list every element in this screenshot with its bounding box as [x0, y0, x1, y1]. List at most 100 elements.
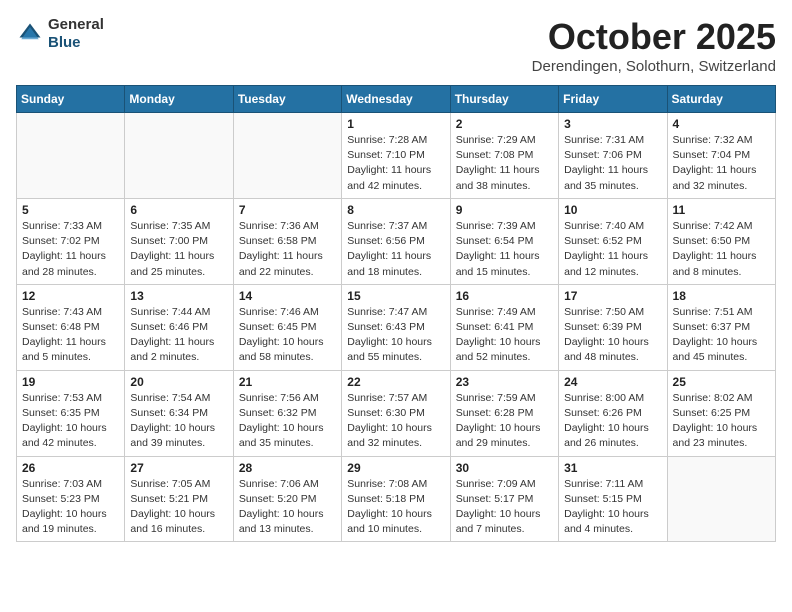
day-info: Sunrise: 7:47 AM Sunset: 6:43 PM Dayligh… [347, 305, 444, 366]
day-number: 13 [130, 289, 227, 303]
day-number: 18 [673, 289, 770, 303]
day-number: 7 [239, 203, 336, 217]
calendar-cell: 30 Sunrise: 7:09 AM Sunset: 5:17 PM Dayli… [450, 456, 558, 542]
day-number: 3 [564, 117, 661, 131]
calendar-cell: 1 Sunrise: 7:28 AM Sunset: 7:10 PM Daylig… [342, 113, 450, 199]
day-number: 30 [456, 461, 553, 475]
day-info: Sunrise: 7:46 AM Sunset: 6:45 PM Dayligh… [239, 305, 336, 366]
day-number: 1 [347, 117, 444, 131]
calendar-cell: 31 Sunrise: 7:11 AM Sunset: 5:15 PM Dayli… [559, 456, 667, 542]
page-header: General Blue October 2025 Derendingen, S… [16, 16, 776, 75]
day-number: 14 [239, 289, 336, 303]
day-number: 22 [347, 375, 444, 389]
logo: General Blue [16, 16, 104, 52]
weekday-header-monday: Monday [125, 86, 233, 113]
calendar-cell: 3Sunrise: 7:31 AM Sunset: 7:06 PM Daylig… [559, 113, 667, 199]
weekday-header-tuesday: Tuesday [233, 86, 341, 113]
day-info: Sunrise: 7:33 AM Sunset: 7:02 PM Dayligh… [22, 219, 119, 280]
calendar-cell: 26Sunrise: 7:03 AM Sunset: 5:23 PM Dayli… [17, 456, 125, 542]
day-info: Sunrise: 7:51 AM Sunset: 6:37 PM Dayligh… [673, 305, 770, 366]
day-info: Sunrise: 7:49 AM Sunset: 6:41 PM Dayligh… [456, 305, 553, 366]
week-row-3: 12 Sunrise: 7:43 AM Sunset: 6:48 PM Dayli… [17, 284, 776, 370]
week-row-5: 26Sunrise: 7:03 AM Sunset: 5:23 PM Dayli… [17, 456, 776, 542]
calendar-cell: 27Sunrise: 7:05 AM Sunset: 5:21 PM Dayli… [125, 456, 233, 542]
day-info: Sunrise: 7:28 AM Sunset: 7:10 PM Dayligh… [347, 133, 444, 194]
calendar-cell [667, 456, 775, 542]
calendar-cell: 8Sunrise: 7:37 AM Sunset: 6:56 PM Daylig… [342, 198, 450, 284]
day-number: 2 [456, 117, 553, 131]
logo-text-blue: Blue [48, 34, 81, 51]
day-info: Sunrise: 7:53 AM Sunset: 6:35 PM Dayligh… [22, 391, 119, 452]
week-row-4: 19 Sunrise: 7:53 AM Sunset: 6:35 PM Dayli… [17, 370, 776, 456]
weekday-header-row: SundayMondayTuesdayWednesdayThursdayFrid… [17, 86, 776, 113]
calendar-cell: 10Sunrise: 7:40 AM Sunset: 6:52 PM Dayli… [559, 198, 667, 284]
calendar-cell [17, 113, 125, 199]
week-row-2: 5 Sunrise: 7:33 AM Sunset: 7:02 PM Daylig… [17, 198, 776, 284]
day-number: 23 [456, 375, 553, 389]
day-number: 29 [347, 461, 444, 475]
day-info: Sunrise: 7:39 AM Sunset: 6:54 PM Dayligh… [456, 219, 553, 280]
location: Derendingen, Solothurn, Switzerland [532, 58, 776, 75]
day-number: 5 [22, 203, 119, 217]
day-number: 9 [456, 203, 553, 217]
calendar-cell [233, 113, 341, 199]
day-info: Sunrise: 7:11 AM Sunset: 5:15 PM Dayligh… [564, 477, 661, 538]
calendar-cell: 2Sunrise: 7:29 AM Sunset: 7:08 PM Daylig… [450, 113, 558, 199]
day-info: Sunrise: 7:36 AM Sunset: 6:58 PM Dayligh… [239, 219, 336, 280]
calendar-cell: 15 Sunrise: 7:47 AM Sunset: 6:43 PM Dayli… [342, 284, 450, 370]
weekday-header-wednesday: Wednesday [342, 86, 450, 113]
month-title: October 2025 [532, 16, 776, 58]
day-number: 26 [22, 461, 119, 475]
day-number: 20 [130, 375, 227, 389]
day-number: 24 [564, 375, 661, 389]
day-info: Sunrise: 7:09 AM Sunset: 5:17 PM Dayligh… [456, 477, 553, 538]
week-row-1: 1 Sunrise: 7:28 AM Sunset: 7:10 PM Daylig… [17, 113, 776, 199]
day-info: Sunrise: 7:37 AM Sunset: 6:56 PM Dayligh… [347, 219, 444, 280]
weekday-header-saturday: Saturday [667, 86, 775, 113]
calendar-cell: 11 Sunrise: 7:42 AM Sunset: 6:50 PM Dayli… [667, 198, 775, 284]
day-info: Sunrise: 7:57 AM Sunset: 6:30 PM Dayligh… [347, 391, 444, 452]
day-number: 19 [22, 375, 119, 389]
calendar-cell: 7 Sunrise: 7:36 AM Sunset: 6:58 PM Daylig… [233, 198, 341, 284]
day-number: 25 [673, 375, 770, 389]
day-info: Sunrise: 7:32 AM Sunset: 7:04 PM Dayligh… [673, 133, 770, 194]
day-number: 11 [673, 203, 770, 217]
day-number: 4 [673, 117, 770, 131]
calendar-cell: 9 Sunrise: 7:39 AM Sunset: 6:54 PM Daylig… [450, 198, 558, 284]
day-number: 6 [130, 203, 227, 217]
day-number: 31 [564, 461, 661, 475]
title-block: October 2025 Derendingen, Solothurn, Swi… [532, 16, 776, 75]
day-number: 17 [564, 289, 661, 303]
day-info: Sunrise: 7:40 AM Sunset: 6:52 PM Dayligh… [564, 219, 661, 280]
day-info: Sunrise: 7:06 AM Sunset: 5:20 PM Dayligh… [239, 477, 336, 538]
day-number: 21 [239, 375, 336, 389]
calendar-cell: 21 Sunrise: 7:56 AM Sunset: 6:32 PM Dayli… [233, 370, 341, 456]
day-number: 15 [347, 289, 444, 303]
day-info: Sunrise: 7:42 AM Sunset: 6:50 PM Dayligh… [673, 219, 770, 280]
day-number: 27 [130, 461, 227, 475]
weekday-header-friday: Friday [559, 86, 667, 113]
calendar-cell: 14 Sunrise: 7:46 AM Sunset: 6:45 PM Dayli… [233, 284, 341, 370]
day-info: Sunrise: 7:44 AM Sunset: 6:46 PM Dayligh… [130, 305, 227, 366]
calendar-cell: 25 Sunrise: 8:02 AM Sunset: 6:25 PM Dayli… [667, 370, 775, 456]
day-info: Sunrise: 8:00 AM Sunset: 6:26 PM Dayligh… [564, 391, 661, 452]
day-info: Sunrise: 8:02 AM Sunset: 6:25 PM Dayligh… [673, 391, 770, 452]
weekday-header-sunday: Sunday [17, 86, 125, 113]
calendar-cell: 22 Sunrise: 7:57 AM Sunset: 6:30 PM Dayli… [342, 370, 450, 456]
day-info: Sunrise: 7:59 AM Sunset: 6:28 PM Dayligh… [456, 391, 553, 452]
calendar-cell: 20Sunrise: 7:54 AM Sunset: 6:34 PM Dayli… [125, 370, 233, 456]
calendar-cell: 17Sunrise: 7:50 AM Sunset: 6:39 PM Dayli… [559, 284, 667, 370]
calendar-cell: 19 Sunrise: 7:53 AM Sunset: 6:35 PM Dayli… [17, 370, 125, 456]
calendar-cell [125, 113, 233, 199]
day-number: 28 [239, 461, 336, 475]
calendar-cell: 12 Sunrise: 7:43 AM Sunset: 6:48 PM Dayli… [17, 284, 125, 370]
weekday-header-thursday: Thursday [450, 86, 558, 113]
calendar-cell: 13 Sunrise: 7:44 AM Sunset: 6:46 PM Dayli… [125, 284, 233, 370]
day-info: Sunrise: 7:56 AM Sunset: 6:32 PM Dayligh… [239, 391, 336, 452]
logo-icon [16, 20, 44, 48]
day-info: Sunrise: 7:43 AM Sunset: 6:48 PM Dayligh… [22, 305, 119, 366]
calendar-cell: 23 Sunrise: 7:59 AM Sunset: 6:28 PM Dayli… [450, 370, 558, 456]
calendar-cell: 4 Sunrise: 7:32 AM Sunset: 7:04 PM Daylig… [667, 113, 775, 199]
calendar-table: SundayMondayTuesdayWednesdayThursdayFrid… [16, 85, 776, 542]
day-number: 12 [22, 289, 119, 303]
